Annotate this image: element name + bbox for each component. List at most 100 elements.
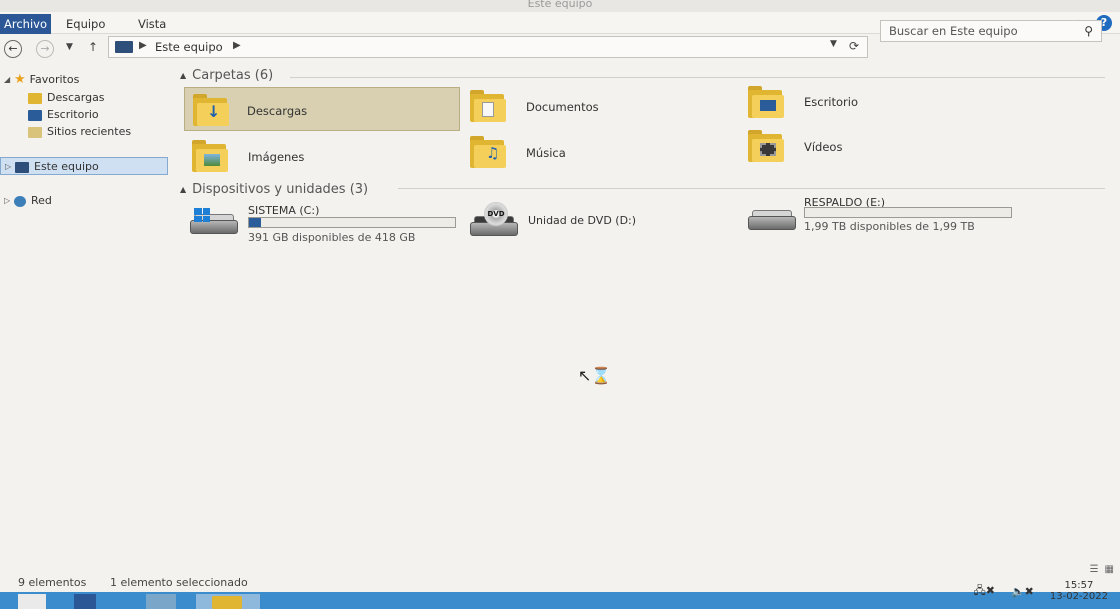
folder-icon <box>212 596 242 609</box>
drive-usage-bar <box>804 207 1012 218</box>
search-icon[interactable]: ⚲ <box>1084 24 1093 38</box>
details-view-icon[interactable]: ☰ <box>1090 564 1099 575</box>
tab-file[interactable]: Archivo <box>0 14 51 34</box>
folder-label: Escritorio <box>804 95 859 109</box>
sidebar-item-label: Este equipo <box>34 160 99 173</box>
drive-free-space: 391 GB disponibles de 418 GB <box>248 231 416 244</box>
start-button-icon[interactable] <box>18 594 46 609</box>
title-bar: Este equipo <box>0 0 1120 12</box>
folder-label: Música <box>526 146 566 160</box>
drive-name: Unidad de DVD (D:) <box>528 214 637 227</box>
file-explorer-taskbar-button[interactable] <box>196 594 260 609</box>
breadcrumb-separator-icon[interactable]: ▶ <box>233 40 241 51</box>
folders-section-header[interactable]: ▲ Carpetas (6) <box>180 68 273 83</box>
drive-tile-dvd[interactable]: DVD Unidad de DVD (D:) <box>466 200 742 244</box>
drive-tile-system[interactable]: SISTEMA (C:) 391 GB disponibles de 418 G… <box>186 200 462 244</box>
breadcrumb-this-pc[interactable]: Este equipo <box>155 40 223 54</box>
navigation-pane: ◢ ★ Favoritos Descargas Escritorio Sitios … <box>0 64 170 574</box>
recent-places-icon <box>28 126 42 138</box>
refresh-icon[interactable]: ⟳ <box>849 39 859 53</box>
search-box[interactable]: Buscar en Este equipo ⚲ <box>880 20 1102 42</box>
item-count: 9 elementos <box>18 576 87 589</box>
sidebar-item-favorites[interactable]: ◢ ★ Favoritos <box>4 71 79 89</box>
dvd-drive-icon: DVD <box>470 202 520 238</box>
view-toggle: ☰ ▦ <box>1090 564 1114 575</box>
folder-tile-downloads[interactable]: ↓ Descargas <box>184 87 460 131</box>
system-tray: 🖧✖ 🔈✖ 15:57 13-02-2022 <box>973 580 1108 602</box>
folder-label: Documentos <box>526 100 599 114</box>
window-title: Este equipo <box>527 0 593 10</box>
sidebar-item-this-pc[interactable]: ▷ Este equipo <box>0 157 168 175</box>
selection-count: 1 elemento seleccionado <box>110 576 248 589</box>
folder-tile-desktop[interactable]: Escritorio <box>744 82 1020 126</box>
breadcrumb-separator-icon[interactable]: ▶ <box>139 40 147 51</box>
search-input[interactable]: Buscar en Este equipo <box>889 24 1018 38</box>
desktop-folder-icon <box>748 86 784 118</box>
drive-free-space: 1,99 TB disponibles de 1,99 TB <box>804 220 975 233</box>
folder-label: Imágenes <box>248 150 305 164</box>
up-arrow-icon[interactable]: ↑ <box>88 40 98 54</box>
section-title: Dispositivos y unidades (3) <box>192 182 369 197</box>
sidebar-item-desktop[interactable]: Escritorio <box>28 106 99 124</box>
sidebar-item-network[interactable]: ▷ Red <box>4 192 52 210</box>
powershell-icon[interactable] <box>146 594 176 609</box>
status-bar: 9 elementos 1 elemento seleccionado ☰ ▦ <box>0 564 1120 592</box>
star-icon: ★ <box>14 72 26 87</box>
collapse-arrow-icon[interactable]: ▲ <box>180 185 186 194</box>
network-status-icon[interactable]: 🖧✖ <box>973 582 994 601</box>
drive-usage-bar <box>248 217 456 228</box>
sidebar-item-downloads[interactable]: Descargas <box>28 89 105 107</box>
network-icon <box>14 195 26 207</box>
drive-name: SISTEMA (C:) <box>248 204 320 217</box>
music-folder-icon: ♫ <box>470 136 506 168</box>
section-divider <box>290 77 1105 78</box>
downloads-folder-icon: ↓ <box>193 94 229 126</box>
folder-tile-videos[interactable]: Vídeos <box>744 126 1020 170</box>
documents-folder-icon <box>470 90 506 122</box>
videos-folder-icon <box>748 130 784 162</box>
address-bar[interactable]: ▶ Este equipo ▶ ▼ ⟳ <box>108 36 868 58</box>
taskbar: 🖧✖ 🔈✖ 15:57 13-02-2022 <box>0 580 1120 609</box>
sidebar-item-recent-places[interactable]: Sitios recientes <box>28 123 131 141</box>
sidebar-item-label: Escritorio <box>47 108 99 121</box>
desktop-icon <box>28 109 42 121</box>
clock-time: 15:57 <box>1064 580 1094 591</box>
folder-label: Vídeos <box>804 140 843 154</box>
busy-cursor-icon: ↖⌛ <box>578 366 612 385</box>
collapse-arrow-icon[interactable]: ▲ <box>180 71 186 80</box>
recent-locations-chevron-icon[interactable]: ▼ <box>66 42 73 52</box>
computer-icon <box>115 41 133 53</box>
drive-tile-backup[interactable]: RESPALDO (E:) 1,99 TB disponibles de 1,9… <box>744 192 1020 236</box>
clock-date: 13-02-2022 <box>1049 591 1108 602</box>
folder-tile-music[interactable]: ♫ Música <box>466 130 742 174</box>
computer-icon <box>15 161 29 173</box>
folder-tile-pictures[interactable]: Imágenes <box>184 134 460 178</box>
large-icons-view-icon[interactable]: ▦ <box>1105 564 1114 575</box>
sidebar-item-label: Sitios recientes <box>47 125 132 138</box>
clock[interactable]: 15:57 13-02-2022 <box>1050 580 1108 602</box>
back-arrow-icon[interactable]: ← <box>4 40 22 58</box>
pictures-folder-icon <box>192 140 228 172</box>
address-controls: ▼ ⟳ <box>830 39 859 53</box>
folder-tile-documents[interactable]: Documentos <box>466 84 742 128</box>
expand-arrow-icon[interactable]: ▷ <box>5 158 15 176</box>
section-divider <box>398 188 1105 189</box>
downloads-folder-icon <box>28 92 42 104</box>
forward-arrow-icon[interactable]: → <box>36 40 54 58</box>
tab-view[interactable]: Vista <box>128 14 176 34</box>
tab-computer[interactable]: Equipo <box>56 14 115 34</box>
devices-section-header[interactable]: ▲ Dispositivos y unidades (3) <box>180 182 368 197</box>
section-title: Carpetas (6) <box>192 68 274 83</box>
sidebar-item-label: Descargas <box>47 91 105 104</box>
expand-arrow-icon[interactable]: ▷ <box>4 192 14 210</box>
address-dropdown-icon[interactable]: ▼ <box>830 39 837 53</box>
sidebar-item-label: Red <box>31 194 52 207</box>
windows-logo-icon <box>194 208 210 222</box>
volume-muted-icon[interactable]: 🔈✖ <box>1011 585 1034 598</box>
expand-arrow-icon[interactable]: ◢ <box>4 71 14 89</box>
sidebar-item-label: Favoritos <box>29 73 80 86</box>
hard-drive-icon <box>748 210 798 232</box>
folder-label: Descargas <box>247 104 308 118</box>
drive-usage-fill <box>249 218 262 227</box>
server-manager-icon[interactable] <box>74 594 96 609</box>
